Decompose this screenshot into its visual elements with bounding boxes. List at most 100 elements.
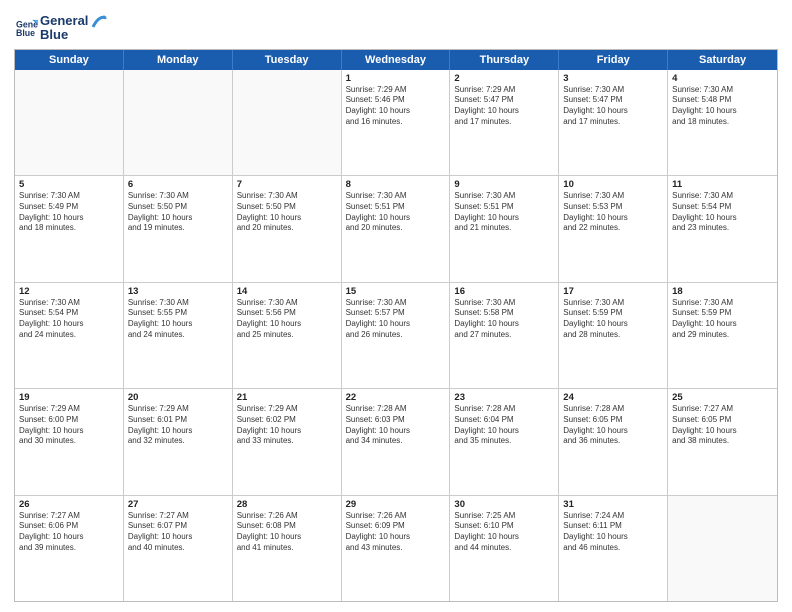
day-number: 23 [454,392,554,403]
day-number: 30 [454,499,554,510]
day-number: 3 [563,73,663,84]
header-cell-tuesday: Tuesday [233,50,342,70]
cal-cell: 31Sunrise: 7:24 AM Sunset: 6:11 PM Dayli… [559,496,668,601]
cal-cell: 21Sunrise: 7:29 AM Sunset: 6:02 PM Dayli… [233,389,342,494]
header-cell-monday: Monday [124,50,233,70]
cell-info: Sunrise: 7:30 AM Sunset: 5:58 PM Dayligh… [454,298,554,341]
calendar-header: SundayMondayTuesdayWednesdayThursdayFrid… [15,50,777,70]
logo-icon: General Blue [16,17,38,39]
cell-info: Sunrise: 7:25 AM Sunset: 6:10 PM Dayligh… [454,511,554,554]
day-number: 4 [672,73,773,84]
cell-info: Sunrise: 7:27 AM Sunset: 6:05 PM Dayligh… [672,404,773,447]
day-number: 27 [128,499,228,510]
cal-cell: 18Sunrise: 7:30 AM Sunset: 5:59 PM Dayli… [668,283,777,388]
cell-info: Sunrise: 7:30 AM Sunset: 5:50 PM Dayligh… [237,191,337,234]
header-cell-saturday: Saturday [668,50,777,70]
cal-cell: 25Sunrise: 7:27 AM Sunset: 6:05 PM Dayli… [668,389,777,494]
cal-cell: 5Sunrise: 7:30 AM Sunset: 5:49 PM Daylig… [15,176,124,281]
cal-cell: 10Sunrise: 7:30 AM Sunset: 5:53 PM Dayli… [559,176,668,281]
cal-cell [15,70,124,175]
cal-cell: 8Sunrise: 7:30 AM Sunset: 5:51 PM Daylig… [342,176,451,281]
cal-cell: 26Sunrise: 7:27 AM Sunset: 6:06 PM Dayli… [15,496,124,601]
cal-cell: 20Sunrise: 7:29 AM Sunset: 6:01 PM Dayli… [124,389,233,494]
cell-info: Sunrise: 7:30 AM Sunset: 5:59 PM Dayligh… [672,298,773,341]
cal-cell: 11Sunrise: 7:30 AM Sunset: 5:54 PM Dayli… [668,176,777,281]
cal-cell [668,496,777,601]
day-number: 19 [19,392,119,403]
day-number: 24 [563,392,663,403]
cell-info: Sunrise: 7:30 AM Sunset: 5:50 PM Dayligh… [128,191,228,234]
day-number: 31 [563,499,663,510]
cal-cell: 2Sunrise: 7:29 AM Sunset: 5:47 PM Daylig… [450,70,559,175]
header-cell-thursday: Thursday [450,50,559,70]
page: General Blue General Blue SundayMondayTu… [0,0,792,612]
day-number: 10 [563,179,663,190]
cell-info: Sunrise: 7:27 AM Sunset: 6:07 PM Dayligh… [128,511,228,554]
header-cell-sunday: Sunday [15,50,124,70]
cal-cell: 16Sunrise: 7:30 AM Sunset: 5:58 PM Dayli… [450,283,559,388]
logo-general: General [40,14,88,28]
week-row-2: 12Sunrise: 7:30 AM Sunset: 5:54 PM Dayli… [15,282,777,388]
cal-cell: 24Sunrise: 7:28 AM Sunset: 6:05 PM Dayli… [559,389,668,494]
cal-cell: 4Sunrise: 7:30 AM Sunset: 5:48 PM Daylig… [668,70,777,175]
cell-info: Sunrise: 7:30 AM Sunset: 5:51 PM Dayligh… [454,191,554,234]
cal-cell: 29Sunrise: 7:26 AM Sunset: 6:09 PM Dayli… [342,496,451,601]
cell-info: Sunrise: 7:30 AM Sunset: 5:55 PM Dayligh… [128,298,228,341]
cal-cell: 7Sunrise: 7:30 AM Sunset: 5:50 PM Daylig… [233,176,342,281]
cell-info: Sunrise: 7:30 AM Sunset: 5:57 PM Dayligh… [346,298,446,341]
cell-info: Sunrise: 7:29 AM Sunset: 6:02 PM Dayligh… [237,404,337,447]
day-number: 12 [19,286,119,297]
day-number: 25 [672,392,773,403]
day-number: 17 [563,286,663,297]
cell-info: Sunrise: 7:29 AM Sunset: 5:46 PM Dayligh… [346,85,446,128]
week-row-3: 19Sunrise: 7:29 AM Sunset: 6:00 PM Dayli… [15,388,777,494]
day-number: 5 [19,179,119,190]
cal-cell: 27Sunrise: 7:27 AM Sunset: 6:07 PM Dayli… [124,496,233,601]
cal-cell: 12Sunrise: 7:30 AM Sunset: 5:54 PM Dayli… [15,283,124,388]
cal-cell: 17Sunrise: 7:30 AM Sunset: 5:59 PM Dayli… [559,283,668,388]
cell-info: Sunrise: 7:30 AM Sunset: 5:53 PM Dayligh… [563,191,663,234]
day-number: 9 [454,179,554,190]
day-number: 18 [672,286,773,297]
day-number: 22 [346,392,446,403]
logo-swoosh-icon [89,13,107,31]
day-number: 29 [346,499,446,510]
cell-info: Sunrise: 7:30 AM Sunset: 5:47 PM Dayligh… [563,85,663,128]
cell-info: Sunrise: 7:28 AM Sunset: 6:03 PM Dayligh… [346,404,446,447]
cell-info: Sunrise: 7:26 AM Sunset: 6:08 PM Dayligh… [237,511,337,554]
day-number: 7 [237,179,337,190]
cal-cell: 28Sunrise: 7:26 AM Sunset: 6:08 PM Dayli… [233,496,342,601]
cal-cell: 1Sunrise: 7:29 AM Sunset: 5:46 PM Daylig… [342,70,451,175]
cal-cell: 30Sunrise: 7:25 AM Sunset: 6:10 PM Dayli… [450,496,559,601]
cell-info: Sunrise: 7:26 AM Sunset: 6:09 PM Dayligh… [346,511,446,554]
day-number: 26 [19,499,119,510]
logo-blue: Blue [40,28,88,42]
cal-cell: 23Sunrise: 7:28 AM Sunset: 6:04 PM Dayli… [450,389,559,494]
day-number: 13 [128,286,228,297]
week-row-1: 5Sunrise: 7:30 AM Sunset: 5:49 PM Daylig… [15,175,777,281]
cal-cell: 3Sunrise: 7:30 AM Sunset: 5:47 PM Daylig… [559,70,668,175]
cell-info: Sunrise: 7:28 AM Sunset: 6:04 PM Dayligh… [454,404,554,447]
logo: General Blue General Blue [14,14,107,43]
cal-cell: 9Sunrise: 7:30 AM Sunset: 5:51 PM Daylig… [450,176,559,281]
cell-info: Sunrise: 7:24 AM Sunset: 6:11 PM Dayligh… [563,511,663,554]
cell-info: Sunrise: 7:30 AM Sunset: 5:48 PM Dayligh… [672,85,773,128]
cal-cell: 6Sunrise: 7:30 AM Sunset: 5:50 PM Daylig… [124,176,233,281]
cell-info: Sunrise: 7:29 AM Sunset: 5:47 PM Dayligh… [454,85,554,128]
cell-info: Sunrise: 7:29 AM Sunset: 6:00 PM Dayligh… [19,404,119,447]
cell-info: Sunrise: 7:30 AM Sunset: 5:54 PM Dayligh… [19,298,119,341]
cell-info: Sunrise: 7:29 AM Sunset: 6:01 PM Dayligh… [128,404,228,447]
day-number: 6 [128,179,228,190]
day-number: 1 [346,73,446,84]
day-number: 20 [128,392,228,403]
day-number: 11 [672,179,773,190]
svg-text:Blue: Blue [16,28,35,38]
cell-info: Sunrise: 7:30 AM Sunset: 5:56 PM Dayligh… [237,298,337,341]
cal-cell: 22Sunrise: 7:28 AM Sunset: 6:03 PM Dayli… [342,389,451,494]
cell-info: Sunrise: 7:30 AM Sunset: 5:59 PM Dayligh… [563,298,663,341]
cal-cell: 19Sunrise: 7:29 AM Sunset: 6:00 PM Dayli… [15,389,124,494]
cell-info: Sunrise: 7:30 AM Sunset: 5:51 PM Dayligh… [346,191,446,234]
day-number: 8 [346,179,446,190]
cell-info: Sunrise: 7:30 AM Sunset: 5:54 PM Dayligh… [672,191,773,234]
cell-info: Sunrise: 7:27 AM Sunset: 6:06 PM Dayligh… [19,511,119,554]
